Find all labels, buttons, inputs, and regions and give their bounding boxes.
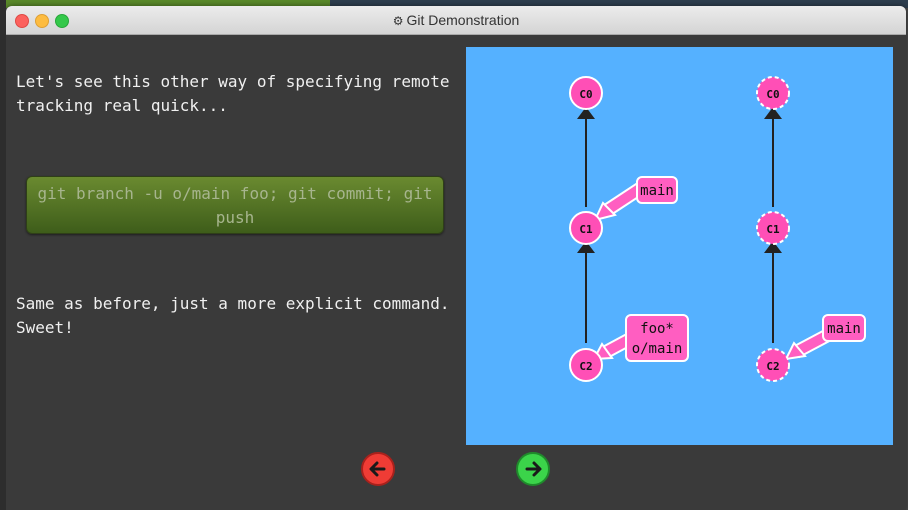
remote-commit-node[interactable]: C1 (756, 211, 790, 245)
intro-text: Let's see this other way of specifying r… (16, 72, 450, 115)
app-window: ⚙ Git Demonstration Let's see this other … (6, 6, 906, 510)
window-title: ⚙ Git Demonstration (392, 12, 520, 28)
svg-text:C1: C1 (579, 223, 593, 236)
svg-text:C2: C2 (579, 360, 592, 373)
background-terminal-strip (0, 0, 6, 510)
branch-label-o-main: o/main (632, 341, 683, 357)
branch-label: main (827, 321, 861, 337)
branch-main-remote[interactable]: main (784, 314, 866, 361)
svg-text:C0: C0 (579, 88, 592, 101)
commit-node[interactable]: C0 (569, 76, 603, 110)
branch-label: main (640, 183, 674, 199)
arrow-right-icon (525, 461, 542, 477)
commit-node[interactable]: C2 (569, 348, 603, 382)
command-box[interactable]: git branch -u o/main foo; git commit; gi… (26, 176, 444, 234)
git-visualization: main foo* o/main main C0 C1 C2 C0 C1 C2 (466, 47, 893, 445)
commit-node[interactable]: C1 (569, 211, 603, 245)
svg-text:C0: C0 (766, 88, 779, 101)
remote-commit-node[interactable]: C2 (756, 348, 790, 382)
next-button[interactable] (516, 452, 550, 486)
gear-icon: ⚙ (392, 14, 404, 28)
outro-text: Same as before, just a more explicit com… (16, 294, 450, 337)
arrow-left-icon (369, 461, 386, 477)
previous-button[interactable] (361, 452, 395, 486)
command-text: git branch -u o/main foo; git commit; gi… (37, 184, 433, 227)
title-bar: ⚙ Git Demonstration (6, 6, 906, 35)
branch-foo-local[interactable]: foo* o/main (592, 314, 689, 362)
svg-text:C2: C2 (766, 360, 779, 373)
svg-text:C1: C1 (766, 223, 780, 236)
branch-label-foo: foo* (640, 321, 674, 337)
branch-main-local[interactable]: main (593, 176, 678, 222)
remote-commit-node[interactable]: C0 (756, 76, 790, 110)
